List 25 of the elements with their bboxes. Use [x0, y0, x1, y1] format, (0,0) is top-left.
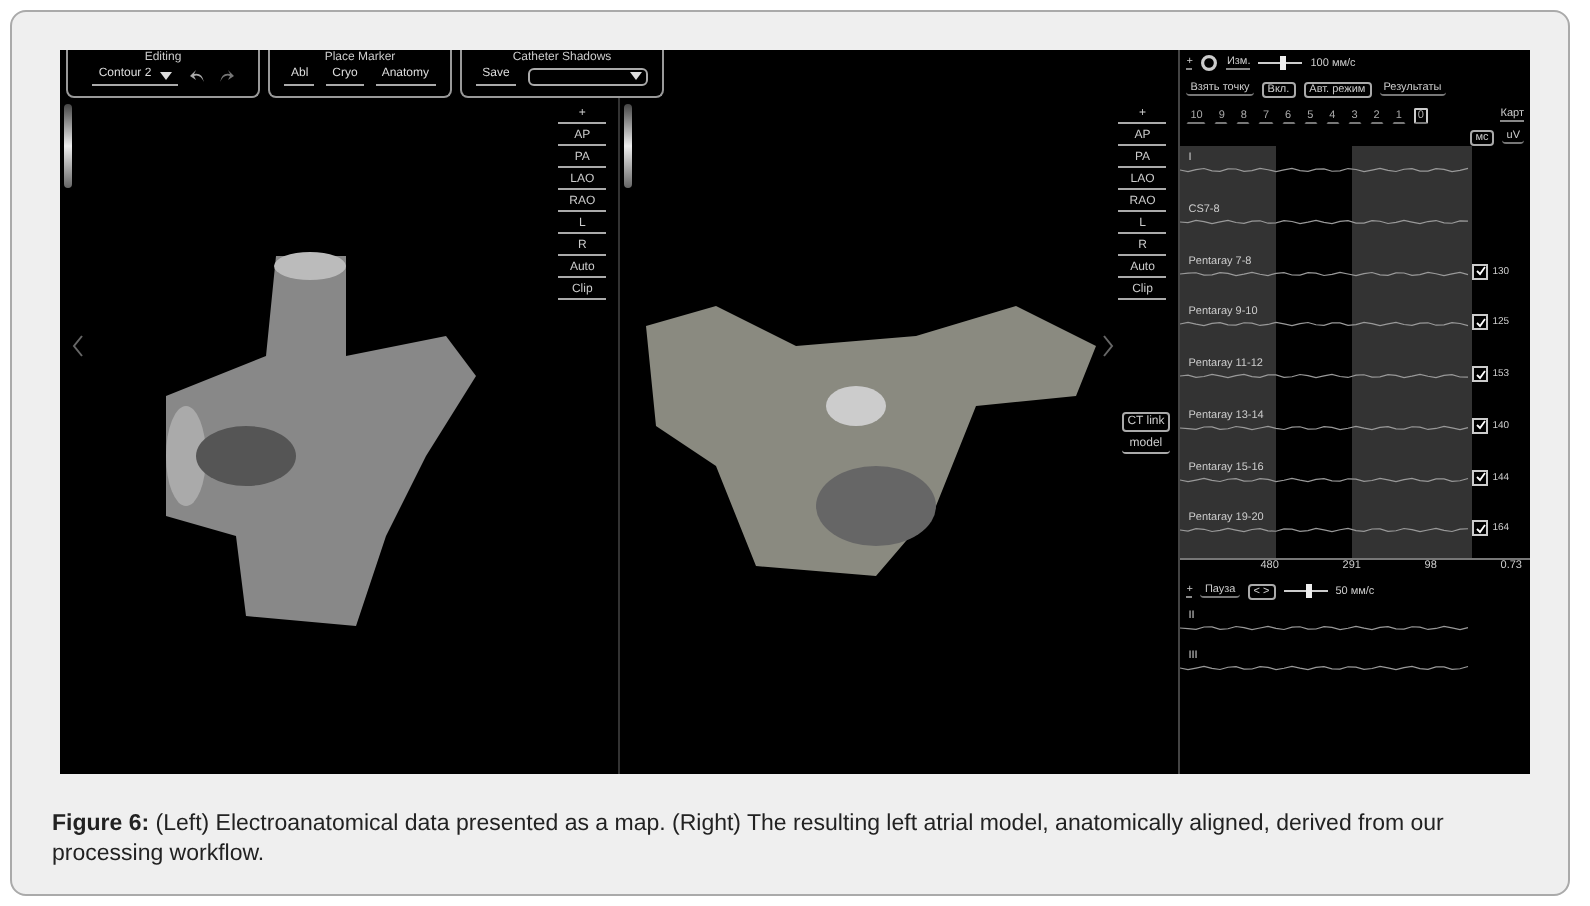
caret-icon [159, 71, 172, 79]
checkmark-icon [1475, 523, 1486, 534]
channel-checkbox[interactable] [1472, 366, 1489, 382]
ring-icon[interactable] [1200, 54, 1219, 72]
color-scale-bar [624, 104, 633, 188]
checkmark-icon [1475, 472, 1486, 482]
channel-checkbox[interactable] [1472, 520, 1489, 537]
figure-caption: Figure 6: (Left) Electroanatomical data presented as a map. (Right) The resulting left atrial model, anatomically aligned, derived from our processing workflow. [52, 810, 1446, 870]
slider-thumb[interactable] [1279, 56, 1286, 70]
undo-icon[interactable] [189, 70, 206, 82]
checkmark-icon [1475, 420, 1486, 431]
checkmark-icon [1475, 266, 1486, 276]
checkmark-icon [1475, 369, 1486, 379]
chevron-left-icon[interactable] [72, 334, 84, 362]
channel-checkbox[interactable] [1472, 263, 1489, 279]
checkmark-icon [1475, 317, 1486, 328]
slider-thumb[interactable] [1306, 584, 1313, 598]
color-scale-bar [64, 104, 72, 188]
redo-icon[interactable] [217, 70, 234, 82]
channel-checkbox[interactable] [1472, 469, 1489, 485]
channel-checkbox[interactable] [1472, 417, 1489, 434]
channel-checkbox[interactable] [1472, 314, 1489, 331]
shadow-dropdown[interactable] [527, 67, 648, 85]
chevron-right-icon[interactable] [1102, 334, 1115, 362]
caret-icon [629, 72, 642, 80]
